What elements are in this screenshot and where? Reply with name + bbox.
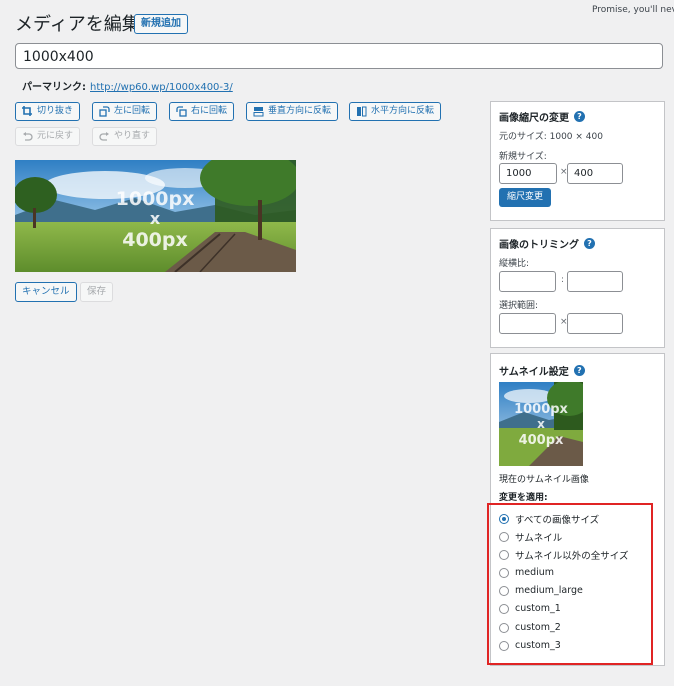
page-title: メディアを編集 <box>15 14 140 35</box>
thumbnail-title-text: サムネイル設定 <box>499 367 569 378</box>
flip-vertical-label: 垂直方向に反転 <box>268 106 332 116</box>
highlight-box <box>487 503 653 665</box>
rotate-right-button[interactable]: 右に回転 <box>169 102 235 121</box>
redo-button[interactable]: やり直す <box>92 127 158 146</box>
aspect-label: 縦横比: <box>499 259 530 269</box>
aspect-sep: : <box>561 275 565 285</box>
new-size-label: 新規サイズ: <box>499 152 547 162</box>
rotate-left-label: 左に回転 <box>114 106 151 116</box>
cancel-button[interactable]: キャンセル <box>15 282 77 302</box>
rotate-right-icon <box>176 106 187 117</box>
permalink: パーマリンク: http://wp60.wp/1000x400-3/ <box>22 78 233 93</box>
landscape-image: 1000px x 400px <box>15 160 296 272</box>
aspect-height-input[interactable] <box>567 271 623 292</box>
help-icon[interactable]: ? <box>584 238 595 249</box>
permalink-link[interactable]: http://wp60.wp/1000x400-3/ <box>90 82 233 93</box>
image-preview[interactable]: 1000px x 400px <box>15 160 296 272</box>
crop-panel-title: 画像のトリミング ? <box>499 236 595 251</box>
undo-label: 元に戻す <box>37 131 74 141</box>
thumbnail-image: 1000px x 400px <box>499 382 583 466</box>
thumbnail-landscape-image: 1000px x 400px <box>499 382 583 466</box>
scale-button[interactable]: 縮尺変更 <box>499 188 551 207</box>
aspect-width-input[interactable] <box>499 271 556 292</box>
help-icon[interactable]: ? <box>574 111 585 122</box>
help-icon[interactable]: ? <box>573 365 585 376</box>
original-size: 元のサイズ: 1000 × 400 <box>499 132 603 142</box>
selection-label: 選択範囲: <box>499 301 539 311</box>
flip-horizontal-button[interactable]: 水平方向に反転 <box>349 102 442 121</box>
flip-horizontal-icon <box>356 106 367 117</box>
flip-vertical-icon <box>253 106 264 117</box>
new-width-input[interactable]: 1000 <box>499 163 557 184</box>
save-button[interactable]: 保存 <box>80 282 114 302</box>
rotate-right-label: 右に回転 <box>191 106 228 116</box>
flip-horizontal-label: 水平方向に反転 <box>371 106 435 116</box>
crop-icon <box>22 106 33 117</box>
new-height-input[interactable]: 400 <box>567 163 623 184</box>
crop-label: 切り抜き <box>37 106 74 116</box>
selection-width-input[interactable] <box>499 313 556 334</box>
thumb-overlay-line3: 400px <box>519 433 564 448</box>
crop-button[interactable]: 切り抜き <box>15 102 81 121</box>
add-new-button[interactable]: 新規追加 <box>134 14 188 34</box>
scale-title-text: 画像縮尺の変更 <box>499 113 569 124</box>
title-input[interactable]: 1000x400 <box>15 43 663 69</box>
flip-vertical-button[interactable]: 垂直方向に反転 <box>246 102 339 121</box>
scale-panel-title: 画像縮尺の変更 ? <box>499 109 585 124</box>
selection-height-input[interactable] <box>567 313 623 334</box>
undo-button[interactable]: 元に戻す <box>15 127 81 146</box>
crop-title-text: 画像のトリミング <box>499 240 579 251</box>
thumb-overlay-line1: 1000px <box>514 402 568 417</box>
overlay-line2: x <box>150 209 161 228</box>
current-thumbnail-caption: 現在のサムネイル画像 <box>499 475 589 485</box>
permalink-label: パーマリンク: <box>22 82 86 93</box>
redo-icon <box>99 131 110 142</box>
undo-icon <box>22 131 33 142</box>
redo-label: やり直す <box>114 131 151 141</box>
thumbnail-panel-title: サムネイル設定 ? <box>499 363 585 378</box>
apply-changes-label: 変更を適用: <box>499 493 548 503</box>
rotate-left-icon <box>99 106 110 117</box>
notice-text: Promise, you'll never g <box>592 5 674 15</box>
thumb-overlay-line2: x <box>537 417 545 431</box>
overlay-line3: 400px <box>122 229 188 251</box>
overlay-line1: 1000px <box>116 188 195 210</box>
rotate-left-button[interactable]: 左に回転 <box>92 102 158 121</box>
